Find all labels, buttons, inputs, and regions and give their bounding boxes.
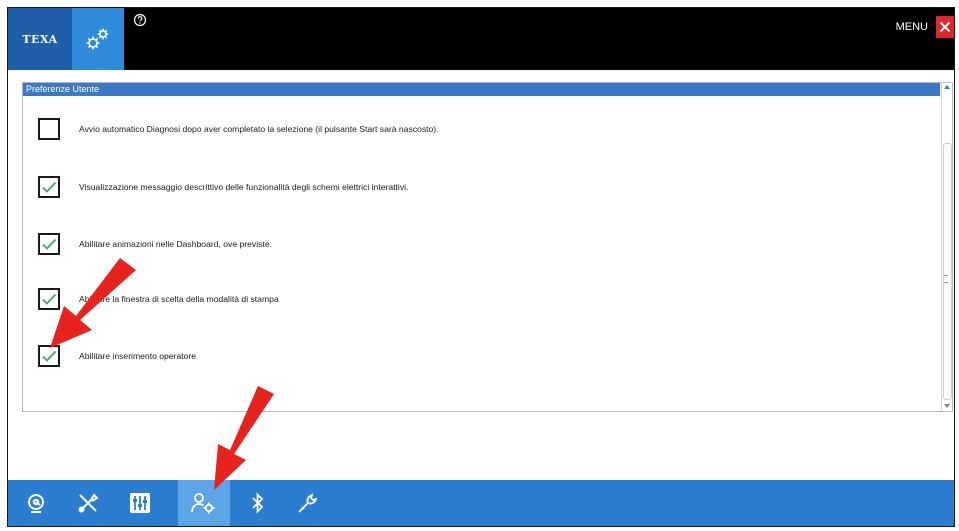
scroll-down-arrow[interactable] <box>944 404 950 408</box>
app-window: TEXA MENU Preferenze Utente Avvio automa… <box>7 7 955 527</box>
close-icon <box>939 21 951 33</box>
close-button[interactable] <box>936 16 954 38</box>
checkmark-icon <box>42 238 57 250</box>
scroll-thumb[interactable] <box>943 143 952 400</box>
panel-title: Preferenze Utente <box>23 83 940 96</box>
diagnosis-icon <box>28 494 44 513</box>
preferences-panel: Preferenze Utente Avvio automatico Diagn… <box>22 82 953 412</box>
logo-text: TEXA <box>22 32 58 46</box>
menu-button[interactable]: MENU <box>896 21 928 33</box>
bottom-navigation <box>8 480 954 526</box>
option-dashboard-animations[interactable]: Abilitare animazioni nelle Dashboard, ov… <box>38 233 272 255</box>
scrollbar[interactable] <box>941 83 952 411</box>
option-auto-start[interactable]: Avvio automatico Diagnosi dopo aver comp… <box>38 118 439 140</box>
scroll-up-arrow[interactable] <box>944 85 950 89</box>
checkbox[interactable] <box>38 118 60 140</box>
nav-diagnosis[interactable] <box>18 480 54 526</box>
option-label: Abilitare animazioni nelle Dashboard, ov… <box>79 239 272 249</box>
option-wiring-message[interactable]: Visualizzazione messaggio descrittivo de… <box>38 176 408 198</box>
tools-icon <box>78 493 99 513</box>
red-arrow-annotation <box>50 258 136 348</box>
scroll-grip <box>944 275 948 283</box>
gears-icon <box>86 28 109 50</box>
checkbox[interactable] <box>38 176 60 198</box>
option-label: Visualizzazione messaggio descrittivo de… <box>79 182 409 192</box>
option-label: Avvio automatico Diagnosi dopo aver comp… <box>79 124 439 134</box>
user-settings-icon <box>191 493 215 514</box>
sliders-icon <box>130 493 150 513</box>
settings-tab[interactable] <box>72 8 124 70</box>
nav-tools[interactable] <box>70 480 106 526</box>
nav-service[interactable] <box>290 480 326 526</box>
bluetooth-icon <box>252 492 264 514</box>
checkmark-icon <box>42 181 57 193</box>
help-icon[interactable] <box>133 13 147 27</box>
red-arrow-annotation-bottom <box>214 386 274 490</box>
checkbox[interactable] <box>38 233 60 255</box>
texa-logo: TEXA <box>8 8 72 70</box>
nav-parameters[interactable] <box>122 480 158 526</box>
top-bar: TEXA MENU <box>8 8 954 70</box>
wrench-icon <box>298 493 318 513</box>
